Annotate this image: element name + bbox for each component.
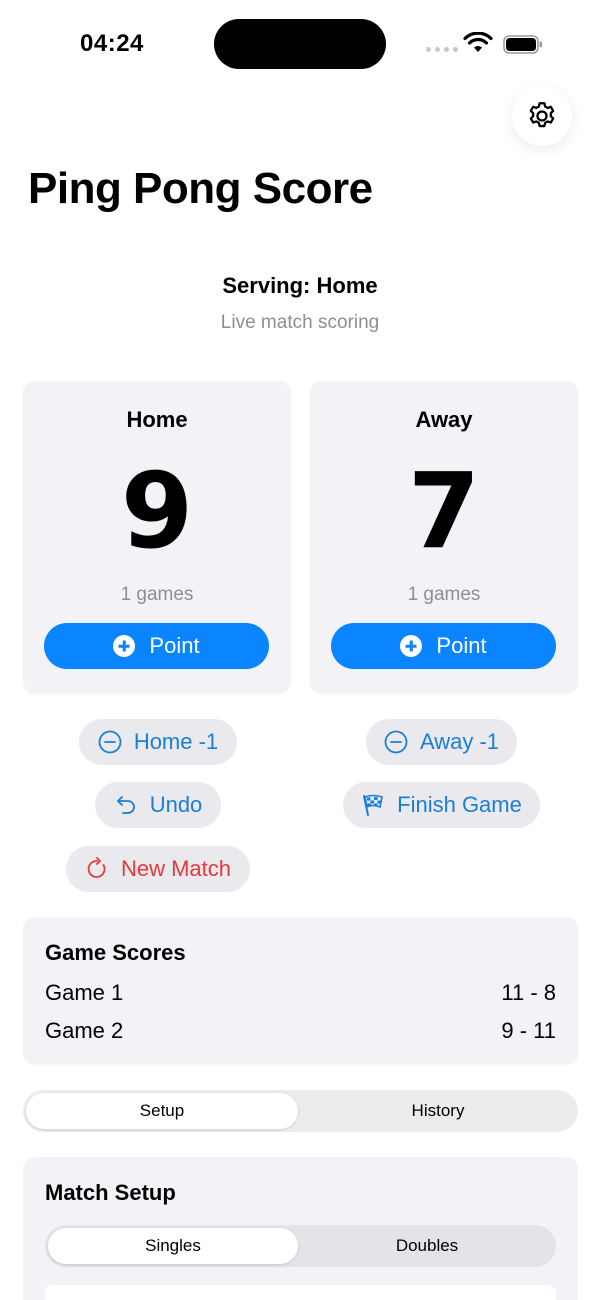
game-score: 11 - 8 (501, 980, 556, 1005)
match-mode-segmented-control: Singles Doubles (45, 1225, 556, 1267)
match-setup-card: Match Setup Singles Doubles (23, 1157, 578, 1300)
game-label: Game 2 (45, 1018, 124, 1043)
mode-doubles[interactable]: Doubles (301, 1228, 553, 1264)
dynamic-island (214, 19, 386, 69)
away-games-won: 1 games (407, 584, 481, 605)
game-scores-card: Game Scores Game 1 11 - 8 Game 2 9 - 11 (23, 917, 578, 1064)
new-match-button[interactable]: New Match (66, 846, 250, 892)
game-score-row: Game 2 9 - 11 (45, 1018, 556, 1044)
minus-circle-icon (384, 730, 408, 754)
game-score: 9 - 11 (501, 1018, 556, 1043)
finish-game-label: Finish Game (397, 792, 522, 817)
serving-label: Serving: Home (222, 273, 378, 298)
mode-singles[interactable]: Singles (48, 1228, 298, 1264)
view-segmented-control: Setup History (23, 1090, 578, 1132)
battery-icon (503, 35, 542, 54)
new-match-label: New Match (120, 856, 232, 881)
away-score-card: Away 7 1 games Point (310, 381, 578, 693)
finish-game-button[interactable]: Finish Game (343, 782, 540, 828)
settings-button[interactable] (512, 86, 572, 146)
home-score-card: Home 9 1 games Point (23, 381, 291, 693)
home-team-name: Home (126, 407, 188, 432)
cellular-signal-icon (426, 47, 458, 52)
away-point-button[interactable]: Point (331, 623, 556, 669)
home-point-label: Point (149, 633, 200, 658)
match-setup-title: Match Setup (45, 1180, 176, 1205)
home-minus-button[interactable]: Home -1 (79, 719, 237, 765)
plus-circle-icon (113, 635, 136, 657)
undo-button[interactable]: Undo (95, 782, 221, 828)
serving-subtitle: Live match scoring (220, 312, 380, 333)
undo-icon (116, 796, 135, 814)
home-point-button[interactable]: Point (44, 623, 269, 669)
plus-circle-icon (400, 635, 423, 657)
wifi-icon (463, 32, 493, 52)
home-minus-label: Home -1 (133, 729, 219, 754)
undo-label: Undo (149, 792, 203, 817)
status-time: 04:24 (80, 30, 144, 57)
game-scores-title: Game Scores (45, 940, 186, 965)
setup-field[interactable] (45, 1285, 556, 1300)
home-games-won: 1 games (120, 584, 194, 605)
tab-setup[interactable]: Setup (26, 1093, 298, 1129)
away-team-name: Away (415, 407, 473, 432)
gear-icon (529, 102, 555, 128)
away-point-label: Point (436, 633, 487, 658)
home-score: 9 (120, 450, 194, 572)
refresh-icon (87, 857, 106, 878)
away-minus-label: Away -1 (419, 729, 500, 754)
page-title: Ping Pong Score (28, 164, 373, 213)
game-label: Game 1 (45, 980, 124, 1005)
away-minus-button[interactable]: Away -1 (366, 719, 517, 765)
away-score: 7 (407, 450, 481, 572)
game-score-row: Game 1 11 - 8 (45, 980, 556, 1006)
minus-circle-icon (98, 730, 122, 754)
tab-history[interactable]: History (301, 1093, 575, 1129)
checkered-flag-icon (363, 794, 384, 816)
